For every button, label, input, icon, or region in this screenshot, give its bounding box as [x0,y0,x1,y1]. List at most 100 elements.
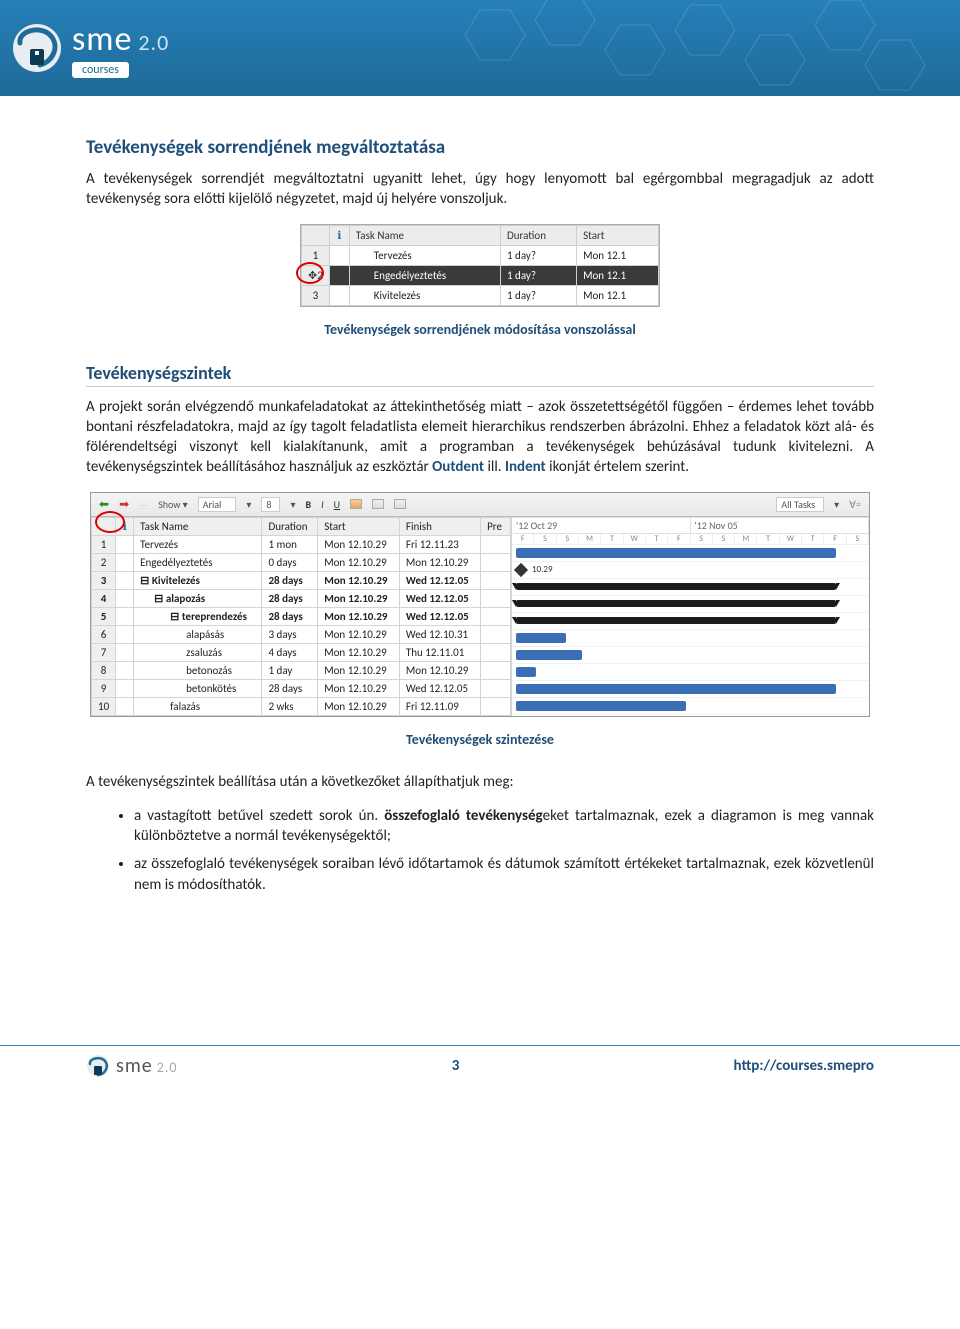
table-row[interactable]: 3Kivitelezés1 day?Mon 12.1 [302,285,659,305]
start-cell[interactable]: Mon 12.1 [577,265,659,285]
task-name-cell[interactable]: Tervezés [349,245,500,265]
table-row[interactable]: 8betonozás1 dayMon 12.10.29Mon 12.10.29 [92,661,511,679]
task-name-cell[interactable]: Engedélyeztetés [349,265,500,285]
underline-button[interactable]: U [334,498,340,511]
row-number[interactable]: 7 [92,643,116,661]
size-caret-icon[interactable]: ▾ [290,498,295,511]
task-bar[interactable] [516,667,536,677]
duration-cell[interactable]: 3 days [262,625,318,643]
row-number[interactable]: ✥2 [302,265,330,285]
finish-cell[interactable]: Wed 12.12.05 [399,589,480,607]
finish-cell[interactable]: Wed 12.12.05 [399,571,480,589]
duration-cell[interactable]: 1 mon [262,535,318,553]
duration-cell[interactable]: 1 day? [500,265,576,285]
outdent-icon[interactable]: ⬅ [99,497,109,512]
start-cell[interactable]: Mon 12.10.29 [318,589,400,607]
task-name-cell[interactable]: falazás [134,697,262,715]
row-number[interactable]: 3 [92,571,116,589]
row-number[interactable]: 4 [92,589,116,607]
row-number[interactable]: 8 [92,661,116,679]
row-number[interactable]: 5 [92,607,116,625]
pre-cell[interactable] [481,589,511,607]
task-name-cell[interactable]: Kivitelezés [349,285,500,305]
pre-cell[interactable] [481,571,511,589]
pre-cell[interactable] [481,643,511,661]
start-cell[interactable]: Mon 12.10.29 [318,571,400,589]
table-row[interactable]: ✥2 Engedélyeztetés1 day?Mon 12.1 [302,265,659,285]
summary-bar[interactable] [516,583,836,590]
pre-cell[interactable] [481,661,511,679]
finish-cell[interactable]: Mon 12.10.29 [399,661,480,679]
duration-cell[interactable]: 28 days [262,607,318,625]
duration-cell[interactable]: 1 day? [500,285,576,305]
start-cell[interactable]: Mon 12.10.29 [318,697,400,715]
indent-icon[interactable]: ➡ [119,497,129,512]
row-number[interactable]: 2 [92,553,116,571]
table-row[interactable]: 1Tervezés1 monMon 12.10.29Fri 12.11.23 [92,535,511,553]
finish-cell[interactable]: Wed 12.10.31 [399,625,480,643]
finish-cell[interactable]: Thu 12.11.01 [399,643,480,661]
duration-cell[interactable]: 4 days [262,643,318,661]
duration-cell[interactable]: 0 days [262,553,318,571]
bold-button[interactable]: B [306,498,312,511]
table-row[interactable]: 7 zsaluzás4 daysMon 12.10.29Thu 12.11.01 [92,643,511,661]
pre-cell[interactable] [481,535,511,553]
start-cell[interactable]: Mon 12.10.29 [318,679,400,697]
duration-cell[interactable]: 28 days [262,571,318,589]
show-dropdown[interactable]: Show ▾ [158,498,188,511]
task-bar[interactable] [516,633,566,643]
pre-cell[interactable] [481,607,511,625]
table-row[interactable]: 6 alapásás3 daysMon 12.10.29Wed 12.10.31 [92,625,511,643]
task-name-cell[interactable]: betonozás [134,661,262,679]
align-right-button[interactable] [394,499,406,509]
font-dropdown[interactable]: Arial [198,497,237,512]
size-dropdown[interactable]: 8 [261,497,280,512]
finish-cell[interactable]: Mon 12.10.29 [399,553,480,571]
summary-bar[interactable] [516,600,836,607]
table-row[interactable]: 2Engedélyeztetés0 daysMon 12.10.29Mon 12… [92,553,511,571]
summary-bar[interactable] [516,617,836,624]
task-bar[interactable] [516,650,582,660]
align-center-button[interactable] [372,499,384,509]
duration-cell[interactable]: 1 day [262,661,318,679]
table-row[interactable]: 10falazás2 wksMon 12.10.29Fri 12.11.09 [92,697,511,715]
task-name-cell[interactable]: ⊟ alapozás [134,589,262,607]
start-cell[interactable]: Mon 12.10.29 [318,661,400,679]
table-row[interactable]: 1Tervezés1 day?Mon 12.1 [302,245,659,265]
finish-cell[interactable]: Wed 12.12.05 [399,679,480,697]
row-number[interactable]: 6 [92,625,116,643]
pre-cell[interactable] [481,625,511,643]
task-bar[interactable] [516,548,836,558]
task-name-cell[interactable]: Engedélyeztetés [134,553,262,571]
row-number[interactable]: 10 [92,697,116,715]
duration-cell[interactable]: 2 wks [262,697,318,715]
font-caret-icon[interactable]: ▾ [246,498,251,511]
task-name-cell[interactable]: alapásás [134,625,262,643]
row-number[interactable]: 1 [92,535,116,553]
task-bar[interactable] [516,684,836,694]
finish-cell[interactable]: Wed 12.12.05 [399,607,480,625]
duration-cell[interactable]: 28 days [262,679,318,697]
duration-cell[interactable]: 28 days [262,589,318,607]
task-name-cell[interactable]: ⊟ Kivitelezés [134,571,262,589]
task-name-cell[interactable]: Tervezés [134,535,262,553]
pre-cell[interactable] [481,697,511,715]
table-row[interactable]: 4 ⊟ alapozás28 daysMon 12.10.29Wed 12.12.… [92,589,511,607]
start-cell[interactable]: Mon 12.10.29 [318,535,400,553]
milestone-marker[interactable] [514,562,528,576]
italic-button[interactable]: I [321,498,324,511]
align-left-button[interactable] [350,499,362,509]
filter-dropdown[interactable]: All Tasks [776,497,824,512]
start-cell[interactable]: Mon 12.10.29 [318,607,400,625]
start-cell[interactable]: Mon 12.1 [577,285,659,305]
table-row[interactable]: 9 betonkötés28 daysMon 12.10.29Wed 12.12.… [92,679,511,697]
start-cell[interactable]: Mon 12.10.29 [318,553,400,571]
pre-cell[interactable] [481,553,511,571]
table-row[interactable]: 3 ⊟ Kivitelezés28 daysMon 12.10.29Wed 12.… [92,571,511,589]
task-name-cell[interactable]: betonkötés [134,679,262,697]
row-number[interactable]: 9 [92,679,116,697]
task-name-cell[interactable]: zsaluzás [134,643,262,661]
start-cell[interactable]: Mon 12.10.29 [318,625,400,643]
table-row[interactable]: 5⊟ tereprendezés28 daysMon 12.10.29Wed 1… [92,607,511,625]
start-cell[interactable]: Mon 12.10.29 [318,643,400,661]
